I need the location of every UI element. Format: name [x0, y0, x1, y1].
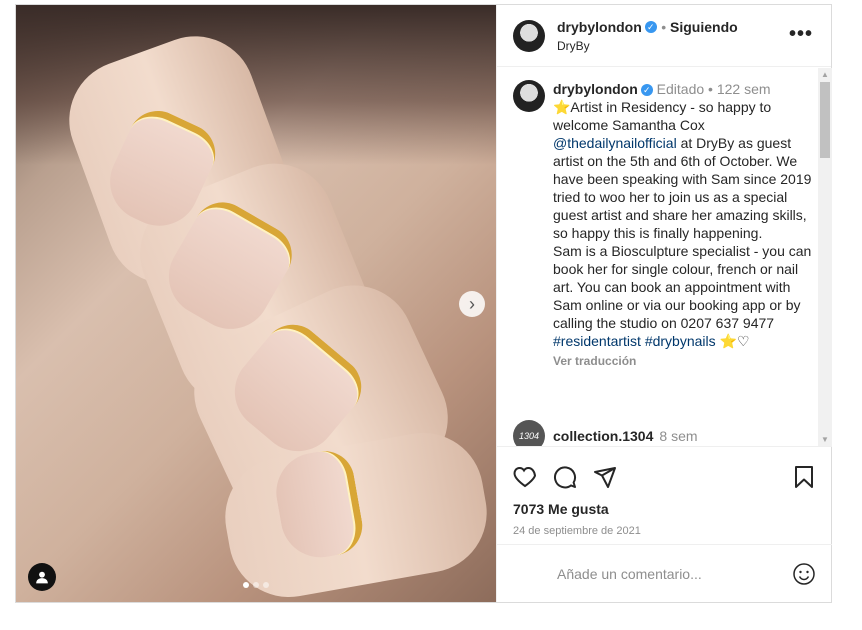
caption-text: drybylondon ✓ Editado • 122 sem ⭐Artist i… [553, 80, 813, 370]
scrollbar-thumb[interactable] [820, 82, 830, 158]
carousel-dot [253, 582, 259, 588]
hashtag-links[interactable]: #residentartist #drybynails [553, 333, 716, 349]
likes-count[interactable]: 7073 Me gusta [497, 493, 832, 517]
separator-dot: • [661, 18, 671, 35]
translate-button[interactable]: Ver traducción [553, 352, 813, 370]
comment-icon[interactable] [553, 465, 577, 489]
caption-emoji: ⭐♡ [715, 333, 750, 349]
separator-dot: • [708, 81, 713, 97]
location-link[interactable]: DryBy [557, 39, 738, 53]
avatar[interactable] [513, 80, 545, 112]
scroll-up-icon[interactable]: ▲ [821, 70, 829, 79]
emoji-icon[interactable] [792, 562, 816, 586]
avatar[interactable]: 1304 [513, 420, 545, 446]
verified-icon: ✓ [644, 21, 657, 34]
mention-link[interactable]: @thedailynailofficial [553, 135, 677, 151]
scroll-down-icon[interactable]: ▼ [821, 435, 829, 444]
comments-scrollbar[interactable]: ▲ ▼ [818, 68, 832, 446]
more-options-icon[interactable]: ••• [789, 23, 813, 46]
add-comment-bar [497, 544, 832, 602]
heart-icon[interactable] [513, 465, 537, 489]
next-image-button[interactable]: › [459, 291, 485, 317]
caption-body-3: Sam is a Biosculpture specialist - you c… [553, 243, 812, 331]
post-image[interactable]: › [16, 5, 496, 602]
carousel-dot [263, 582, 269, 588]
comment-time: 8 sem [659, 428, 698, 444]
chevron-right-icon: › [469, 293, 475, 314]
post-sidebar: drybylondon ✓ • Siguiendo DryBy ••• dryby… [496, 5, 832, 602]
follow-status-button[interactable]: Siguiendo [670, 19, 738, 35]
caption-time[interactable]: 122 sem [717, 81, 771, 97]
post-date: 24 de septiembre de 2021 [513, 525, 641, 537]
carousel-dot [243, 582, 249, 588]
comment-item: 1304 collection.1304 8 sem [513, 420, 698, 446]
post-header: drybylondon ✓ • Siguiendo DryBy ••• [497, 5, 831, 67]
caption-body-1: ⭐Artist in Residency - so happy to welco… [553, 99, 772, 133]
comment-input[interactable] [557, 565, 792, 582]
caption-username[interactable]: drybylondon [553, 81, 638, 97]
carousel-indicator [243, 582, 269, 588]
user-icon [36, 571, 48, 584]
avatar[interactable] [513, 19, 545, 52]
edited-label: Editado [656, 81, 705, 97]
post-actions: 7073 Me gusta 24 de septiembre de 2021 [497, 446, 832, 602]
caption: drybylondon ✓ Editado • 122 sem ⭐Artist i… [513, 80, 813, 370]
post-dialog: › drybylondon ✓ • Siguiendo DryBy ••• dr… [15, 4, 832, 603]
share-icon[interactable] [593, 465, 617, 489]
user-tag-button[interactable] [28, 563, 56, 591]
bookmark-icon[interactable] [792, 465, 816, 489]
username-link[interactable]: drybylondon [557, 19, 642, 35]
comment-username[interactable]: collection.1304 [553, 428, 653, 444]
verified-icon: ✓ [640, 84, 653, 97]
comments-area: drybylondon ✓ Editado • 122 sem ⭐Artist i… [497, 68, 832, 446]
